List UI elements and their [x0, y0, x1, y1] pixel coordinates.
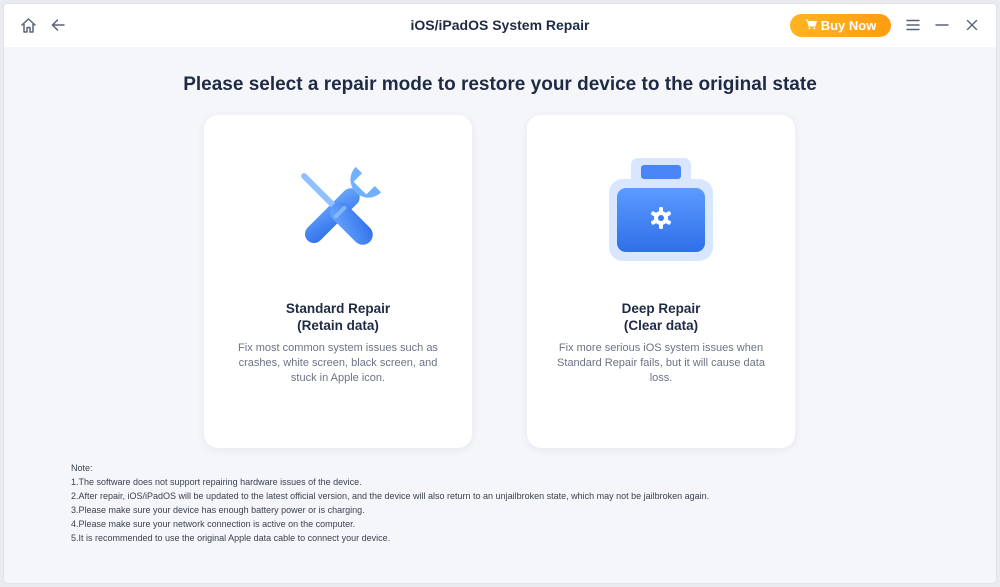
- standard-repair-title-line1: Standard Repair: [285, 301, 391, 316]
- note-item: 1.The software does not support repairin…: [71, 477, 362, 487]
- deep-repair-title-line2: (Clear data): [623, 318, 699, 333]
- buy-now-label: Buy Now: [820, 18, 877, 33]
- menu-icon[interactable]: [903, 15, 923, 35]
- wrench-screwdriver-icon: [278, 155, 398, 265]
- standard-repair-title-line2: (Retain data): [297, 318, 379, 333]
- notes-label: Note:: [71, 463, 93, 473]
- standard-repair-card[interactable]: Standard Repair (Retain data) Fix most c…: [204, 115, 472, 448]
- page-heading: Please select a repair mode to restore y…: [183, 74, 817, 95]
- notes-section: Note: 1.The software does not support re…: [71, 461, 709, 545]
- app-window: iOS/iPadOS System Repair Buy Now Please …: [4, 4, 996, 583]
- deep-repair-description: Fix more serious iOS system issues when …: [557, 342, 765, 384]
- note-item: 5.It is recommended to use the original …: [71, 533, 391, 543]
- deep-repair-title-line1: Deep Repair: [621, 301, 701, 316]
- buy-now-button[interactable]: Buy Now: [790, 14, 891, 37]
- title-bar: iOS/iPadOS System Repair Buy Now: [4, 4, 996, 47]
- deep-repair-title: Deep Repair (Clear data): [527, 300, 795, 334]
- close-icon[interactable]: [962, 15, 982, 35]
- minimize-icon[interactable]: [932, 15, 952, 35]
- toolbox-icon: [601, 155, 721, 265]
- standard-repair-description: Fix most common system issues such as cr…: [238, 342, 438, 384]
- note-item: 3.Please make sure your device has enoug…: [71, 505, 365, 515]
- cart-icon: [805, 18, 817, 33]
- deep-repair-card[interactable]: Deep Repair (Clear data) Fix more seriou…: [527, 115, 795, 448]
- note-item: 4.Please make sure your network connecti…: [71, 519, 356, 529]
- standard-repair-title: Standard Repair (Retain data): [204, 300, 472, 334]
- note-item: 2.After repair, iOS/iPadOS will be updat…: [71, 491, 710, 501]
